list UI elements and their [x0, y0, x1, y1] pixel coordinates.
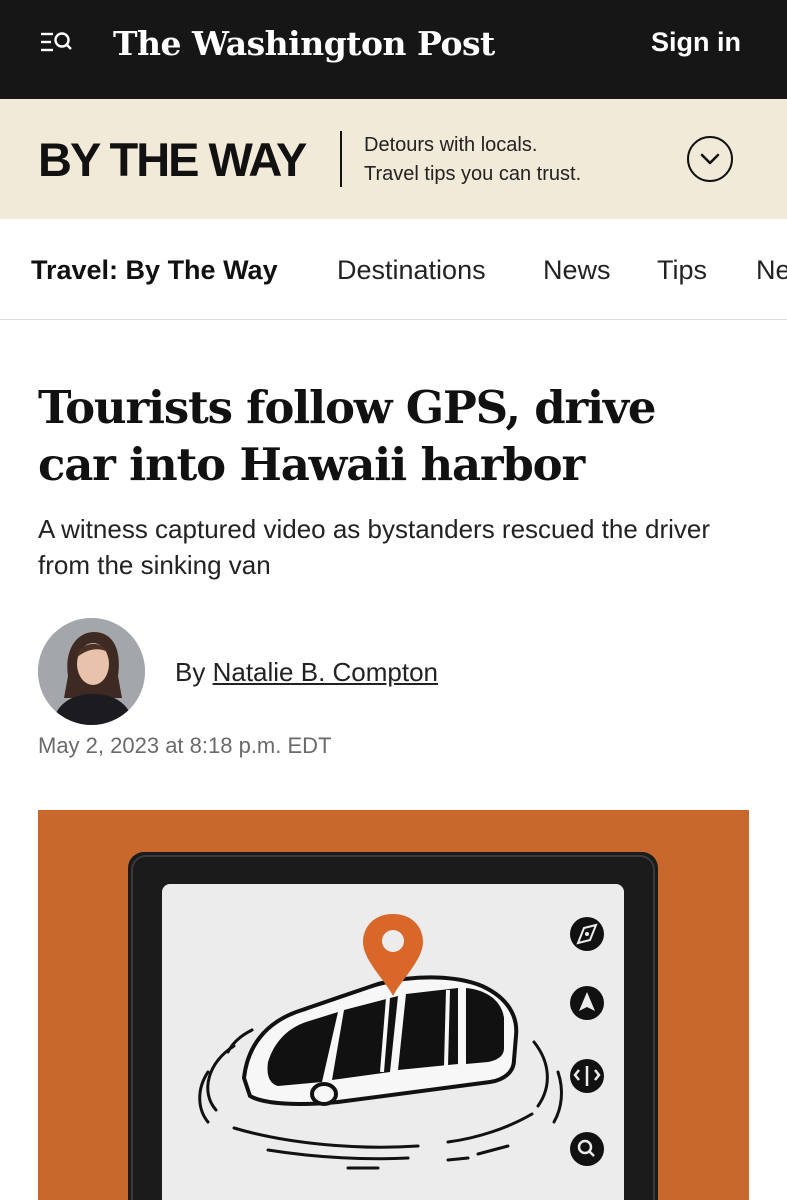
- chevron-down-icon: [700, 153, 720, 165]
- article-headline: Tourists follow GPS, drive car into Hawa…: [38, 381, 657, 491]
- menu-search-icon[interactable]: [38, 28, 74, 58]
- banner-divider: [340, 131, 342, 187]
- section-banner: BY THE WAY Detours with locals. Travel t…: [0, 99, 787, 219]
- expand-banner-button[interactable]: [687, 136, 733, 182]
- author-link[interactable]: Natalie B. Compton: [213, 657, 438, 687]
- location-search-icon: [570, 1132, 604, 1166]
- author-avatar[interactable]: [38, 618, 145, 725]
- publish-timestamp: May 2, 2023 at 8:18 p.m. EDT: [38, 733, 332, 758]
- tagline-line-1: Detours with locals.: [364, 134, 538, 156]
- article-illustration[interactable]: [38, 810, 749, 1200]
- nav-item-travel-by-the-way[interactable]: Travel: By The Way: [31, 253, 278, 287]
- byline: By Natalie B. Compton: [175, 655, 438, 689]
- section-nav: Travel: By The Way Destinations News Tip…: [0, 219, 787, 320]
- directions-icon: [570, 1059, 604, 1093]
- navigation-arrow-icon: [570, 986, 604, 1020]
- nav-item-tips[interactable]: Tips: [657, 253, 707, 287]
- compass-icon: [570, 917, 604, 951]
- top-bar: The Washington Post Sign in: [0, 0, 787, 99]
- article-dek: A witness captured video as bystanders r…: [38, 514, 711, 580]
- section-tagline: Detours with locals. Travel tips you can…: [364, 131, 664, 189]
- nav-item-destinations[interactable]: Destinations: [337, 253, 486, 287]
- masthead-logo[interactable]: The Washington Post: [113, 19, 495, 69]
- nav-item-next[interactable]: Ne: [756, 253, 787, 287]
- tagline-line-2: Travel tips you can trust.: [364, 163, 582, 185]
- nav-item-news[interactable]: News: [543, 253, 611, 287]
- sign-in-button[interactable]: Sign in: [651, 24, 741, 60]
- by-the-way-logo[interactable]: BY THE WAY: [38, 130, 307, 190]
- byline-prefix: By: [175, 657, 206, 687]
